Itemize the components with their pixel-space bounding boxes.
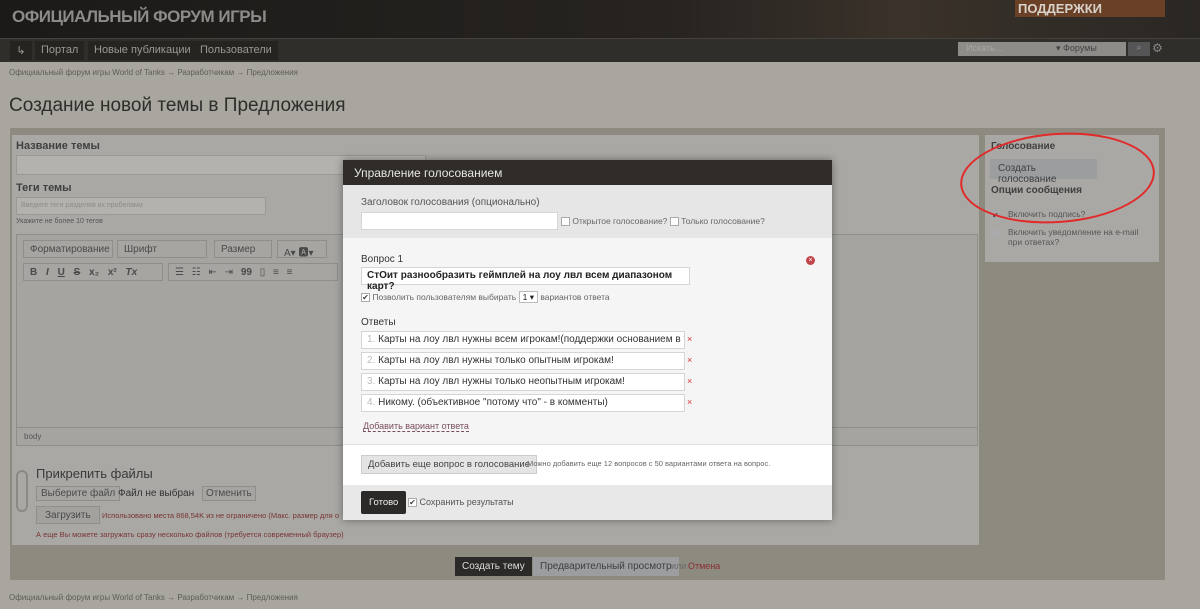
notify-checkbox[interactable] [991, 229, 1000, 238]
answer-input[interactable]: 4. Никому. (объективное "потому что" - в… [361, 394, 685, 412]
answer-text: Карты на лоу лвл нужны только неопытным … [378, 376, 625, 387]
allow-suffix: вариантов ответа [540, 292, 610, 302]
home-icon[interactable]: ↳ [10, 41, 32, 60]
answer-number: 4. [367, 397, 376, 408]
search-input[interactable]: Искать... ▾ Форумы [958, 42, 1126, 56]
save-results: ✔ Сохранить результаты [408, 497, 514, 508]
choice-count-value: 1 [522, 292, 528, 302]
font-dropdown[interactable]: Шрифт [117, 240, 207, 258]
or-text: или [671, 561, 687, 571]
search-scope-label: Форумы [1063, 43, 1097, 53]
cancel-file-button[interactable]: Отменить [202, 486, 256, 501]
breadcrumb-item[interactable]: Официальный форум игры World of Tanks [9, 68, 165, 77]
answer-number: 1. [367, 334, 376, 345]
breadcrumb-item[interactable]: Официальный форум игры World of Tanks [9, 593, 165, 602]
title-label: Название темы [16, 140, 100, 152]
search-scope[interactable]: ▾ Форумы [1056, 43, 1097, 54]
attach-title: Прикрепить файлы [36, 466, 153, 481]
paperclip-icon [16, 470, 28, 512]
tags-input[interactable]: Введите теги разделяя их пробелами [16, 197, 266, 215]
search-placeholder: Искать... [966, 43, 1003, 53]
page-title: Создание новой темы в Предложения [9, 95, 346, 116]
upload-button[interactable]: Загрузить [36, 506, 100, 524]
breadcrumb-item[interactable]: Разработчикам [177, 68, 234, 77]
paragraph-buttons[interactable]: ☰ ☷ ⇤ ⇥ 99 ▯ ≡ ≡ [168, 263, 338, 281]
multi-upload-hint: А еще Вы можете загружать сразу нескольк… [36, 530, 344, 539]
strike-button[interactable]: S [74, 267, 81, 278]
add-question-button[interactable]: Добавить еще вопрос в голосование [361, 455, 538, 474]
clear-format-button[interactable]: Tx [126, 267, 138, 278]
format-dropdown[interactable]: Форматирование [23, 240, 113, 258]
add-question-hint: Можно добавить еще 12 вопросов с 50 вари… [527, 459, 771, 468]
answers-label: Ответы [361, 317, 396, 328]
answer-input[interactable]: 1. Карты на лоу лвл нужны всем игрокам!(… [361, 331, 685, 349]
remove-answer-icon[interactable]: × [687, 376, 692, 386]
vote-only-checkbox[interactable] [669, 217, 679, 227]
gear-icon[interactable]: ⚙ [1152, 41, 1163, 55]
usage-text: Использовано места 868,54K из не огранич… [102, 511, 339, 520]
save-results-label: Сохранить результаты [419, 497, 514, 507]
choice-count-select[interactable]: 1 ▾ [518, 291, 538, 303]
answer-input[interactable]: 2. Карты на лоу лвл нужны только опытным… [361, 352, 685, 370]
text-style-buttons[interactable]: B I U S x₂ x² Tx [23, 263, 163, 281]
nav-users[interactable]: Пользователи [194, 41, 278, 60]
answer-number: 2. [367, 355, 376, 366]
vote-only-label: Только голосование? [681, 216, 765, 226]
support-banner[interactable]: ПОДДЕРЖКИ [1015, 0, 1165, 17]
site-logo[interactable]: ОФИЦИАЛЬНЫЙ ФОРУМ ИГРЫ [12, 7, 267, 27]
preview-button[interactable]: Предварительный просмотр [533, 557, 679, 576]
size-dropdown[interactable]: Размер [214, 240, 272, 258]
bold-button[interactable]: B [30, 267, 37, 278]
tags-hint: Укажите не более 10 тегов [16, 218, 103, 225]
save-results-checkbox[interactable]: ✔ [408, 498, 417, 508]
allow-label: Позволить пользователям выбирать [372, 292, 517, 302]
done-button[interactable]: Готово [361, 491, 407, 514]
notify-label: Включить уведомление на e-mail при ответ… [1008, 227, 1139, 247]
poll-modal: Управление голосованием Заголовок голосо… [343, 160, 832, 520]
question-label: Вопрос 1 [361, 254, 404, 265]
allow-checkbox[interactable]: ✔ [361, 293, 370, 303]
remove-question-icon[interactable]: × [806, 256, 815, 265]
no-file-text: Файл не выбран [118, 488, 195, 499]
quote-button[interactable]: 99 [241, 267, 252, 278]
open-poll-label: Открытое голосование? [572, 216, 668, 226]
poll-title-label: Заголовок голосования (опционально) [361, 197, 540, 208]
poll-options: Открытое голосование? Только голосование… [561, 216, 765, 227]
breadcrumb-item[interactable]: Предложения [247, 593, 298, 602]
remove-answer-icon[interactable]: × [687, 355, 692, 365]
breadcrumb: Официальный форум игры World of Tanks → … [9, 68, 298, 77]
color-buttons[interactable]: A▾ 🅰▾ [277, 240, 327, 259]
breadcrumb-item[interactable]: Разработчикам [177, 593, 234, 602]
nav-portal[interactable]: Портал [35, 41, 85, 60]
answer-text: Карты на лоу лвл нужны всем игрокам!(под… [378, 334, 685, 345]
answer-number: 3. [367, 376, 376, 387]
remove-answer-icon[interactable]: × [687, 397, 692, 407]
superscript-button[interactable]: x² [108, 267, 117, 278]
add-answer-link[interactable]: Добавить вариант ответа [363, 421, 469, 432]
tags-label: Теги темы [16, 182, 72, 194]
remove-answer-icon[interactable]: × [687, 334, 692, 344]
answer-text: Никому. (объективное "потому что" - в ко… [378, 397, 608, 408]
choose-file-button[interactable]: Выберите файл [36, 486, 121, 501]
underline-button[interactable]: U [58, 267, 65, 278]
poll-title-input[interactable] [361, 212, 558, 230]
nav-new-posts[interactable]: Новые публикации [88, 41, 197, 60]
footer-breadcrumb: Официальный форум игры World of Tanks → … [9, 593, 298, 602]
answer-input[interactable]: 3. Карты на лоу лвл нужны только неопытн… [361, 373, 685, 391]
create-topic-button[interactable]: Создать тему [455, 557, 532, 576]
question-input[interactable]: СтОит разнообразить геймплей на лоу лвл … [361, 267, 690, 292]
answer-text: Карты на лоу лвл нужны только опытным иг… [378, 355, 614, 366]
modal-title: Управление голосованием [343, 160, 832, 185]
cancel-link[interactable]: Отмена [688, 561, 720, 571]
subscript-button[interactable]: x₂ [89, 267, 99, 278]
allow-multiple: ✔ Позволить пользователям выбирать 1 ▾ в… [361, 291, 610, 303]
italic-button[interactable]: I [46, 267, 49, 278]
breadcrumb-item[interactable]: Предложения [247, 68, 298, 77]
open-poll-checkbox[interactable] [561, 217, 570, 227]
search-icon[interactable]: ⌕ [1128, 42, 1150, 56]
